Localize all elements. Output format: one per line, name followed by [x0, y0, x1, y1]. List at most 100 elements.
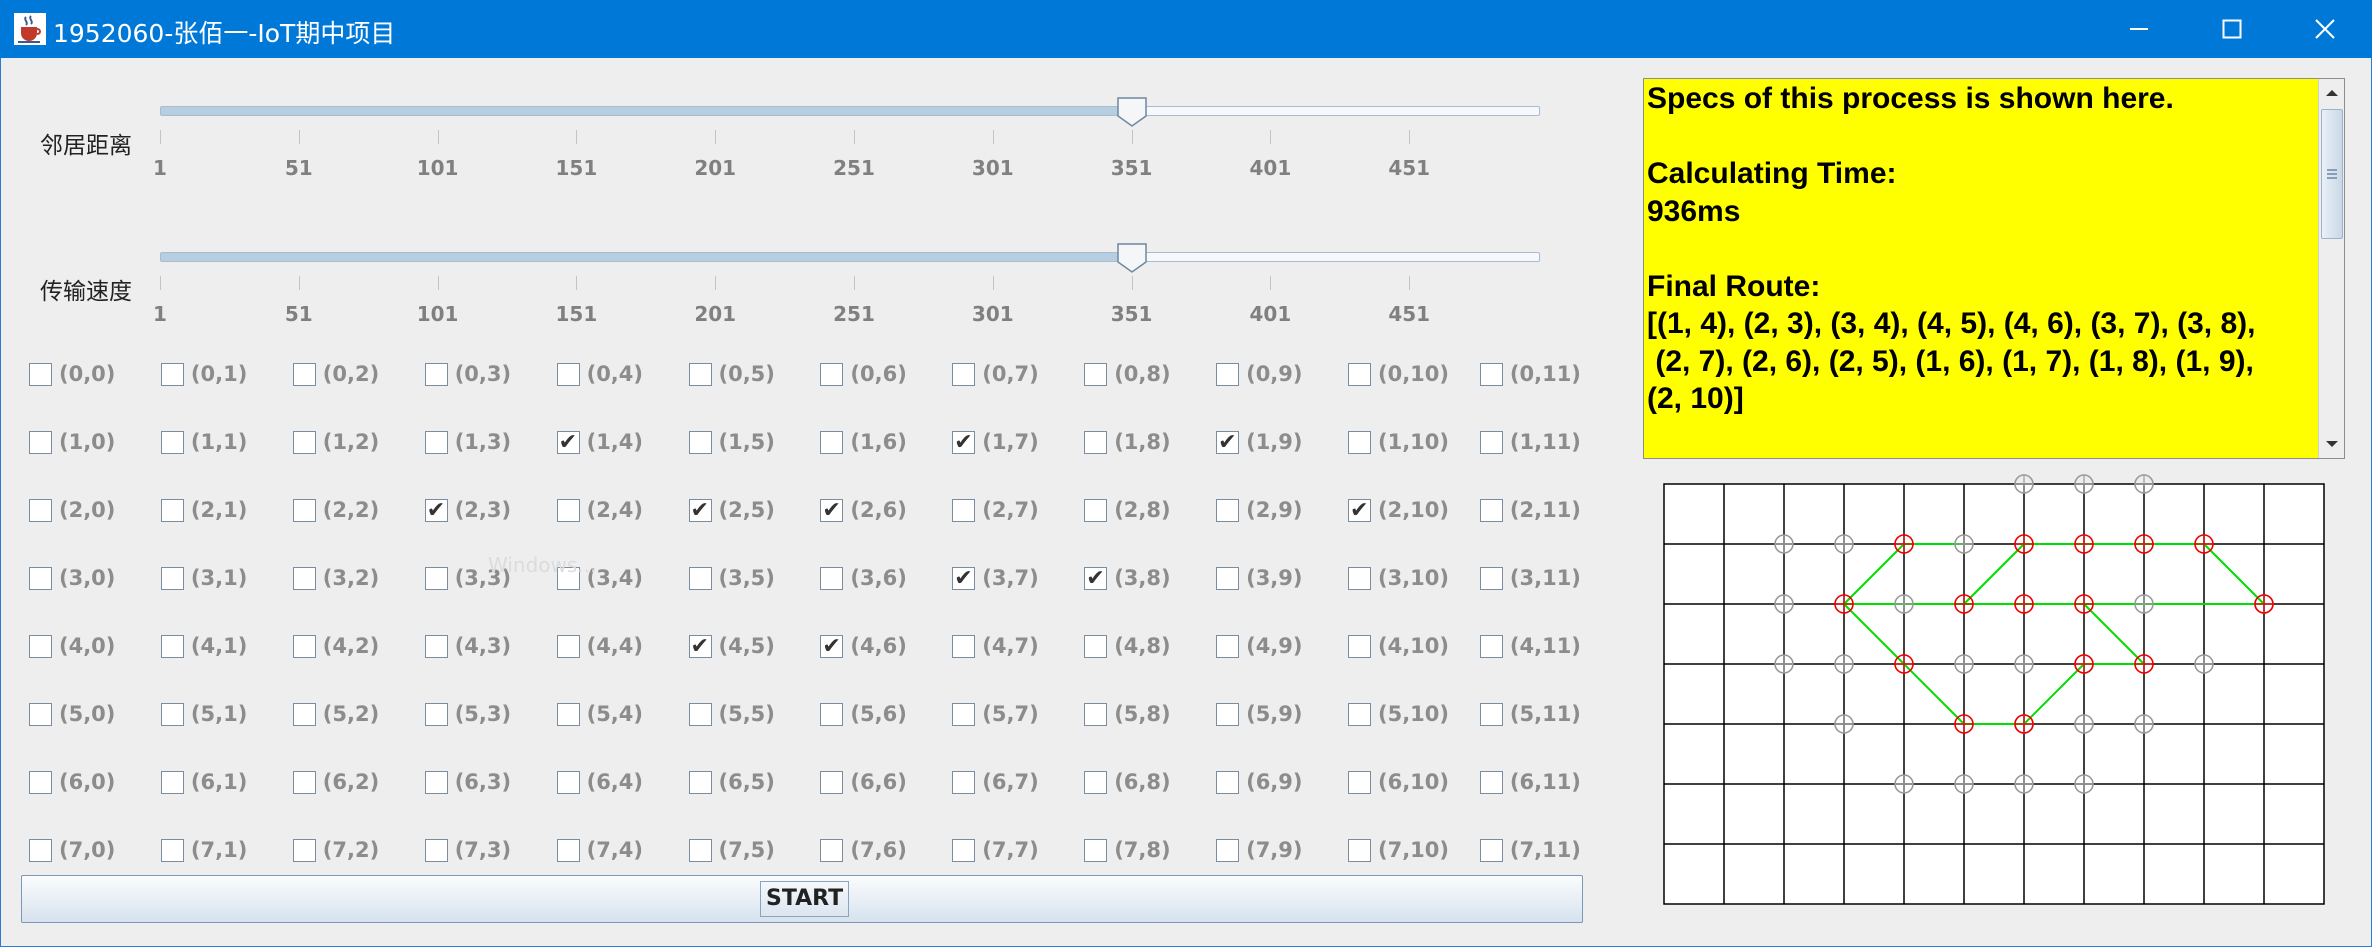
node-checkbox-0-8[interactable]: (0,8) — [1084, 358, 1171, 390]
checkbox-box[interactable] — [952, 634, 976, 658]
node-checkbox-2-1[interactable]: (2,1) — [160, 494, 247, 526]
checkbox-box[interactable] — [29, 770, 52, 794]
checkbox-box[interactable] — [1216, 838, 1240, 862]
node-checkbox-2-3[interactable]: ✔ (2,3) — [424, 494, 511, 526]
checkbox-box[interactable]: ✔ — [1084, 566, 1108, 590]
checkbox-box[interactable] — [1216, 634, 1240, 658]
node-checkbox-6-1[interactable]: (6,1) — [160, 766, 247, 798]
checkbox-box[interactable]: ✔ — [952, 566, 976, 590]
node-checkbox-6-4[interactable]: (6,4) — [556, 766, 643, 798]
checkbox-box[interactable] — [292, 498, 316, 522]
checkbox-box[interactable] — [952, 702, 976, 726]
checkbox-box[interactable] — [292, 430, 316, 454]
node-checkbox-4-8[interactable]: (4,8) — [1084, 630, 1171, 662]
node-checkbox-6-6[interactable]: (6,6) — [820, 766, 907, 798]
checkbox-box[interactable] — [292, 634, 316, 658]
checkbox-box[interactable] — [1084, 498, 1108, 522]
node-checkbox-5-0[interactable]: (5,0) — [29, 698, 115, 730]
checkbox-box[interactable] — [820, 770, 844, 794]
checkbox-box[interactable] — [424, 702, 448, 726]
node-checkbox-0-11[interactable]: (0,11) — [1479, 358, 1581, 390]
checkbox-box[interactable]: ✔ — [952, 430, 976, 454]
node-checkbox-1-11[interactable]: (1,11) — [1479, 426, 1581, 458]
node-checkbox-3-6[interactable]: (3,6) — [820, 562, 907, 594]
node-checkbox-5-9[interactable]: (5,9) — [1216, 698, 1303, 730]
checkbox-box[interactable] — [556, 498, 580, 522]
node-checkbox-2-7[interactable]: (2,7) — [952, 494, 1039, 526]
node-checkbox-4-4[interactable]: (4,4) — [556, 630, 643, 662]
node-checkbox-3-8[interactable]: ✔ (3,8) — [1084, 562, 1171, 594]
checkbox-box[interactable] — [688, 566, 712, 590]
checkbox-box[interactable] — [1348, 770, 1371, 794]
checkbox-box[interactable] — [688, 770, 712, 794]
node-checkbox-7-5[interactable]: (7,5) — [688, 834, 775, 866]
node-checkbox-5-5[interactable]: (5,5) — [688, 698, 775, 730]
scroll-down-icon[interactable] — [2319, 432, 2345, 456]
node-checkbox-7-3[interactable]: (7,3) — [424, 834, 511, 866]
node-checkbox-1-2[interactable]: (1,2) — [292, 426, 379, 458]
checkbox-box[interactable] — [1216, 566, 1240, 590]
node-checkbox-1-0[interactable]: (1,0) — [29, 426, 115, 458]
checkbox-box[interactable] — [1216, 702, 1240, 726]
node-checkbox-1-3[interactable]: (1,3) — [424, 426, 511, 458]
node-checkbox-5-4[interactable]: (5,4) — [556, 698, 643, 730]
node-checkbox-3-5[interactable]: (3,5) — [688, 562, 775, 594]
checkbox-box[interactable] — [952, 838, 976, 862]
node-checkbox-7-8[interactable]: (7,8) — [1084, 834, 1171, 866]
checkbox-box[interactable]: ✔ — [1348, 498, 1371, 522]
checkbox-box[interactable] — [424, 838, 448, 862]
checkbox-box[interactable] — [688, 838, 712, 862]
node-checkbox-1-10[interactable]: (1,10) — [1348, 426, 1449, 458]
node-checkbox-0-9[interactable]: (0,9) — [1216, 358, 1303, 390]
checkbox-box[interactable] — [1348, 362, 1371, 386]
checkbox-box[interactable] — [1348, 838, 1371, 862]
checkbox-box[interactable] — [1084, 634, 1108, 658]
checkbox-box[interactable] — [424, 770, 448, 794]
node-checkbox-3-11[interactable]: (3,11) — [1479, 562, 1581, 594]
node-checkbox-1-4[interactable]: ✔ (1,4) — [556, 426, 643, 458]
node-checkbox-6-0[interactable]: (6,0) — [29, 766, 115, 798]
checkbox-box[interactable] — [1084, 838, 1108, 862]
node-checkbox-5-8[interactable]: (5,8) — [1084, 698, 1171, 730]
minimize-button[interactable] — [2092, 0, 2186, 58]
checkbox-box[interactable] — [29, 498, 52, 522]
checkbox-box[interactable] — [160, 430, 184, 454]
node-checkbox-5-2[interactable]: (5,2) — [292, 698, 379, 730]
node-checkbox-6-7[interactable]: (6,7) — [952, 766, 1039, 798]
checkbox-box[interactable] — [688, 702, 712, 726]
checkbox-box[interactable] — [29, 702, 52, 726]
node-checkbox-5-6[interactable]: (5,6) — [820, 698, 907, 730]
node-checkbox-0-7[interactable]: (0,7) — [952, 358, 1039, 390]
node-checkbox-1-9[interactable]: ✔ (1,9) — [1216, 426, 1303, 458]
checkbox-box[interactable] — [292, 362, 316, 386]
node-checkbox-4-7[interactable]: (4,7) — [952, 630, 1039, 662]
checkbox-box[interactable] — [1479, 362, 1503, 386]
checkbox-box[interactable] — [160, 702, 184, 726]
checkbox-box[interactable] — [556, 770, 580, 794]
checkbox-box[interactable]: ✔ — [820, 498, 844, 522]
checkbox-box[interactable] — [29, 430, 52, 454]
node-checkbox-7-10[interactable]: (7,10) — [1348, 834, 1449, 866]
node-checkbox-4-2[interactable]: (4,2) — [292, 630, 379, 662]
checkbox-box[interactable]: ✔ — [556, 430, 580, 454]
checkbox-box[interactable] — [160, 838, 184, 862]
node-checkbox-3-10[interactable]: (3,10) — [1348, 562, 1449, 594]
node-checkbox-3-0[interactable]: (3,0) — [29, 562, 115, 594]
checkbox-box[interactable] — [820, 430, 844, 454]
node-checkbox-6-10[interactable]: (6,10) — [1348, 766, 1449, 798]
node-checkbox-7-6[interactable]: (7,6) — [820, 834, 907, 866]
node-checkbox-3-9[interactable]: (3,9) — [1216, 562, 1303, 594]
node-checkbox-4-10[interactable]: (4,10) — [1348, 630, 1449, 662]
checkbox-box[interactable] — [556, 702, 580, 726]
node-checkbox-2-11[interactable]: (2,11) — [1479, 494, 1581, 526]
checkbox-box[interactable] — [160, 498, 184, 522]
node-checkbox-0-0[interactable]: (0,0) — [29, 358, 115, 390]
checkbox-box[interactable] — [556, 634, 580, 658]
node-checkbox-5-3[interactable]: (5,3) — [424, 698, 511, 730]
checkbox-box[interactable] — [1479, 430, 1503, 454]
checkbox-box[interactable] — [820, 702, 844, 726]
node-checkbox-0-10[interactable]: (0,10) — [1348, 358, 1449, 390]
node-checkbox-1-7[interactable]: ✔ (1,7) — [952, 426, 1039, 458]
checkbox-box[interactable] — [820, 566, 844, 590]
node-checkbox-0-2[interactable]: (0,2) — [292, 358, 379, 390]
